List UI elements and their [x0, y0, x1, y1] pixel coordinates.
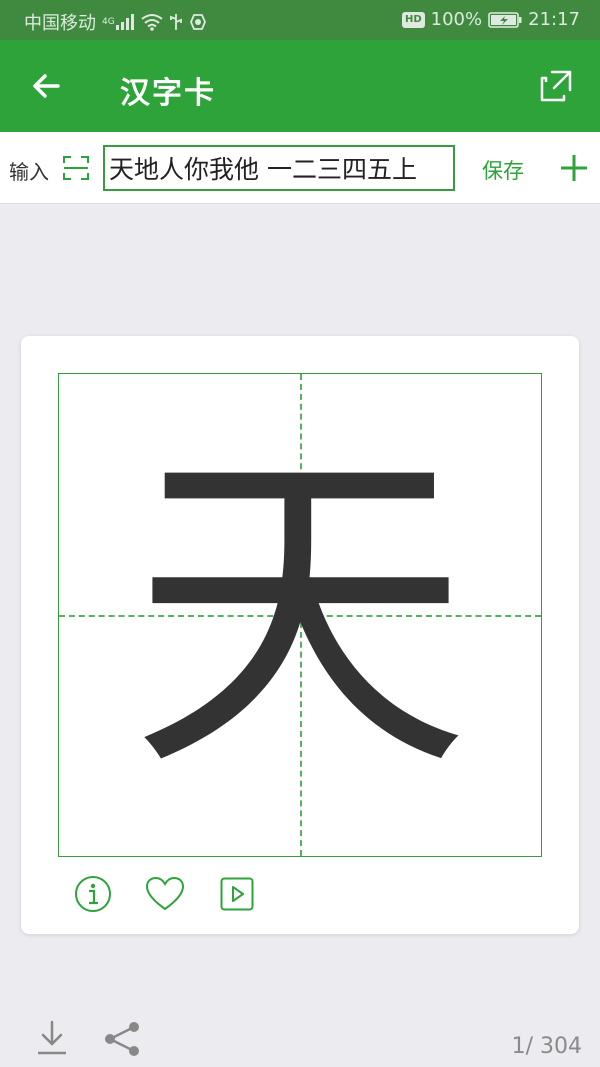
character-glyph[interactable]: 天 [59, 374, 541, 856]
character-input[interactable] [103, 145, 455, 191]
download-icon[interactable] [36, 1020, 68, 1056]
input-label: 输入 [9, 160, 49, 184]
tian-zi-grid: 天 [58, 373, 542, 857]
clock: 21:17 [528, 9, 580, 30]
bottom-bar: 1/ 304 [0, 1010, 600, 1067]
info-icon[interactable] [73, 874, 113, 914]
open-external-icon[interactable] [538, 68, 574, 104]
battery-percent: 100% [430, 9, 483, 30]
play-icon[interactable] [217, 874, 257, 914]
scan-icon[interactable] [62, 154, 90, 182]
arrow-left-icon[interactable] [28, 68, 64, 104]
wifi-icon [141, 13, 163, 31]
share-icon[interactable] [102, 1020, 142, 1058]
network-type: 4G [102, 17, 115, 27]
carrier-label: 中国移动 [24, 13, 96, 34]
battery-icon [488, 11, 522, 28]
plus-icon[interactable] [558, 152, 590, 184]
usb-icon [169, 13, 183, 31]
input-bar: 输入 保存 [0, 132, 600, 204]
save-button[interactable]: 保存 [482, 155, 524, 185]
hd-badge: HD [401, 11, 425, 28]
character-card: 天 [21, 336, 579, 934]
android-debug-icon [189, 13, 207, 31]
app-bar: 汉字卡 [0, 40, 600, 132]
card-actions [73, 874, 257, 914]
page-counter: 1/ 304 [511, 1034, 582, 1059]
page-title: 汉字卡 [120, 76, 216, 111]
status-bar: 中国移动 4G HD 100% 21:17 [0, 0, 600, 40]
heart-icon[interactable] [145, 874, 185, 914]
signal-icon: 4G [102, 14, 135, 30]
